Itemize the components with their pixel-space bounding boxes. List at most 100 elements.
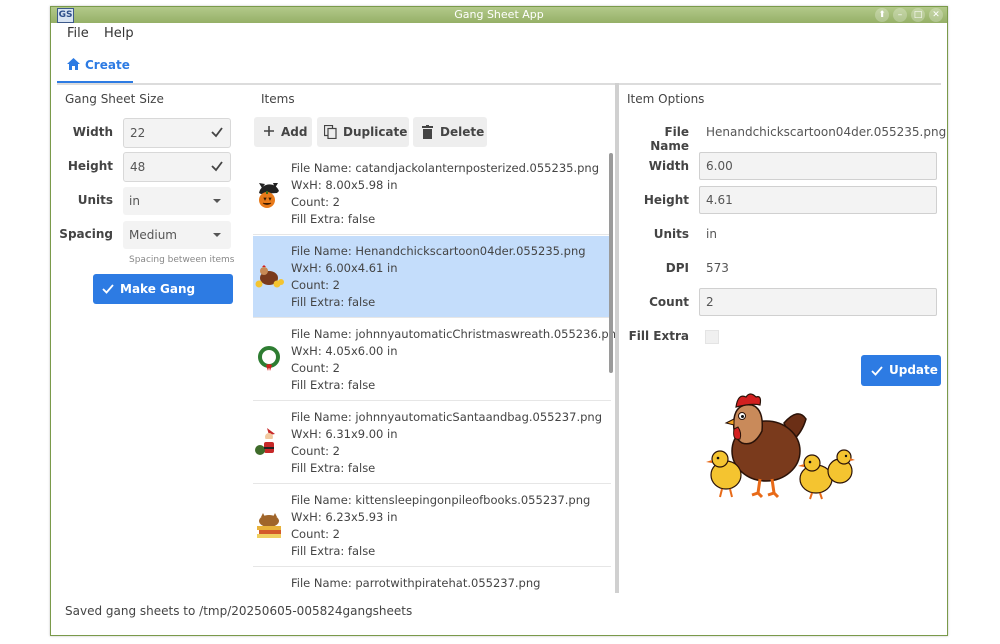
menu-bar: File Help (51, 24, 947, 46)
menu-help[interactable]: Help (104, 26, 134, 41)
app-logo-icon: GS (57, 8, 74, 23)
item-file-name: File Name: johnnyautomaticChristmaswreat… (291, 327, 615, 341)
item-fill-extra: Fill Extra: false (291, 212, 376, 226)
make-gang-sheet-label: Make Gang Sheet (120, 282, 196, 326)
items-scrollbar[interactable] (609, 153, 613, 373)
item-file-name: File Name: johnnyautomaticSantaandbag.05… (291, 410, 602, 424)
option-dpi-label: DPI (665, 261, 689, 275)
duplicate-button[interactable]: Duplicate (317, 117, 409, 147)
duplicate-label: Duplicate (343, 125, 408, 139)
option-count-input[interactable]: 2 (699, 288, 937, 316)
item-count: Count: 2 (291, 361, 340, 375)
height-label: Height (67, 159, 113, 173)
spacing-value: Medium (129, 228, 177, 242)
list-item[interactable]: File Name: parrotwithpiratehat.055237.pn… (253, 568, 611, 595)
home-icon (67, 58, 80, 70)
item-options-title: Item Options (627, 92, 705, 106)
add-button[interactable]: Add (254, 117, 312, 147)
option-width-input[interactable]: 6.00 (699, 152, 937, 180)
item-dimensions: WxH: 8.00x5.98 in (291, 178, 398, 192)
update-label: Update (889, 363, 938, 377)
pin-icon[interactable]: ⬆ (875, 8, 889, 22)
sheet-width-input[interactable]: 22 (123, 118, 231, 148)
hen-thumbnail-icon (255, 265, 284, 288)
option-units-value: in (706, 227, 717, 241)
units-dropdown[interactable]: in (123, 187, 231, 215)
items-title: Items (261, 92, 295, 106)
status-label: Saved gang sheets to (65, 604, 196, 618)
list-item[interactable]: File Name: johnnyautomaticChristmaswreat… (253, 319, 615, 401)
check-icon (211, 161, 223, 172)
sheet-height-value: 48 (130, 160, 146, 174)
minimize-icon[interactable]: – (893, 8, 907, 22)
chevron-down-icon (213, 199, 221, 203)
item-fill-extra: Fill Extra: false (291, 461, 376, 475)
trash-icon (422, 125, 433, 139)
option-width-label: Width (648, 159, 689, 173)
close-icon[interactable]: ✕ (929, 8, 943, 22)
item-dimensions: WxH: 6.23x5.93 in (291, 510, 398, 524)
sheet-height-input[interactable]: 48 (123, 152, 231, 182)
make-gang-sheet-button[interactable]: Make Gang Sheet (93, 274, 233, 326)
units-label: Units (77, 193, 113, 207)
option-count-label: Count (649, 295, 689, 309)
list-item-selected[interactable]: File Name: Henandchickscartoon04der.0552… (253, 236, 611, 318)
item-count: Count: 2 (291, 195, 340, 209)
items-list[interactable]: File Name: catandjackolanternposterized.… (253, 153, 615, 595)
spacing-label: Spacing (59, 227, 113, 241)
app-window: GS Gang Sheet App ⬆ – □ ✕ File Help Crea… (50, 6, 948, 636)
fill-extra-checkbox[interactable] (705, 330, 719, 344)
item-file-name: File Name: kittensleepingonpileofbooks.0… (291, 493, 591, 507)
plus-icon (264, 126, 274, 136)
option-units-label: Units (653, 227, 689, 241)
window-controls: ⬆ – □ ✕ (875, 8, 943, 22)
option-file-name-label: File Name (650, 125, 689, 153)
sheet-width-value: 22 (130, 126, 146, 140)
item-dimensions: WxH: 4.05x6.00 in (291, 344, 398, 358)
item-file-name: File Name: Henandchickscartoon04der.0552… (291, 244, 586, 258)
list-item[interactable]: File Name: johnnyautomaticSantaandbag.05… (253, 402, 611, 484)
chevron-down-icon (213, 233, 221, 237)
check-icon (102, 284, 114, 294)
update-button[interactable]: Update (861, 355, 941, 386)
title-bar: GS Gang Sheet App ⬆ – □ ✕ (51, 7, 947, 23)
wreath-thumbnail-icon (258, 346, 280, 371)
menu-file[interactable]: File (67, 26, 89, 41)
santa-thumbnail-icon (255, 428, 275, 455)
option-height-input[interactable]: 4.61 (699, 186, 937, 214)
item-count: Count: 2 (291, 278, 340, 292)
cat-pumpkin-thumbnail-icon (259, 183, 279, 208)
option-dpi-value: 573 (706, 261, 729, 275)
kitten-books-thumbnail-icon (257, 513, 281, 538)
item-count: Count: 2 (291, 527, 340, 541)
list-item[interactable]: File Name: catandjackolanternposterized.… (253, 153, 611, 235)
item-file-name: File Name: parrotwithpiratehat.055237.pn… (291, 576, 541, 590)
gang-sheet-size-title: Gang Sheet Size (65, 92, 164, 106)
item-fill-extra: Fill Extra: false (291, 295, 376, 309)
check-icon (211, 127, 223, 138)
item-fill-extra: Fill Extra: false (291, 544, 376, 558)
spacing-hint: Spacing between items (129, 255, 235, 265)
delete-button[interactable]: Delete (413, 117, 487, 147)
item-preview-image (706, 393, 855, 500)
pane-divider[interactable] (615, 83, 619, 593)
option-height-label: Height (643, 193, 689, 207)
tab-bar: Create (57, 49, 941, 85)
status-bar: Saved gang sheets to /tmp/20250605-00582… (65, 604, 412, 618)
option-file-name-value: Henandchickscartoon04der.055235.png (706, 125, 947, 139)
spacing-dropdown[interactable]: Medium (123, 221, 231, 249)
list-item[interactable]: File Name: kittensleepingonpileofbooks.0… (253, 485, 611, 567)
maximize-icon[interactable]: □ (911, 8, 925, 22)
item-count: Count: 2 (291, 444, 340, 458)
tab-create-label: Create (85, 58, 130, 72)
tab-create[interactable]: Create (57, 49, 133, 83)
units-value: in (129, 194, 140, 208)
check-icon (871, 366, 883, 376)
copy-icon (324, 125, 337, 139)
item-fill-extra: Fill Extra: false (291, 378, 376, 392)
window-title: Gang Sheet App (454, 8, 544, 21)
add-label: Add (281, 125, 308, 139)
item-dimensions: WxH: 6.31x9.00 in (291, 427, 398, 441)
width-label: Width (72, 125, 113, 139)
option-fill-extra-label: Fill Extra (628, 329, 689, 343)
